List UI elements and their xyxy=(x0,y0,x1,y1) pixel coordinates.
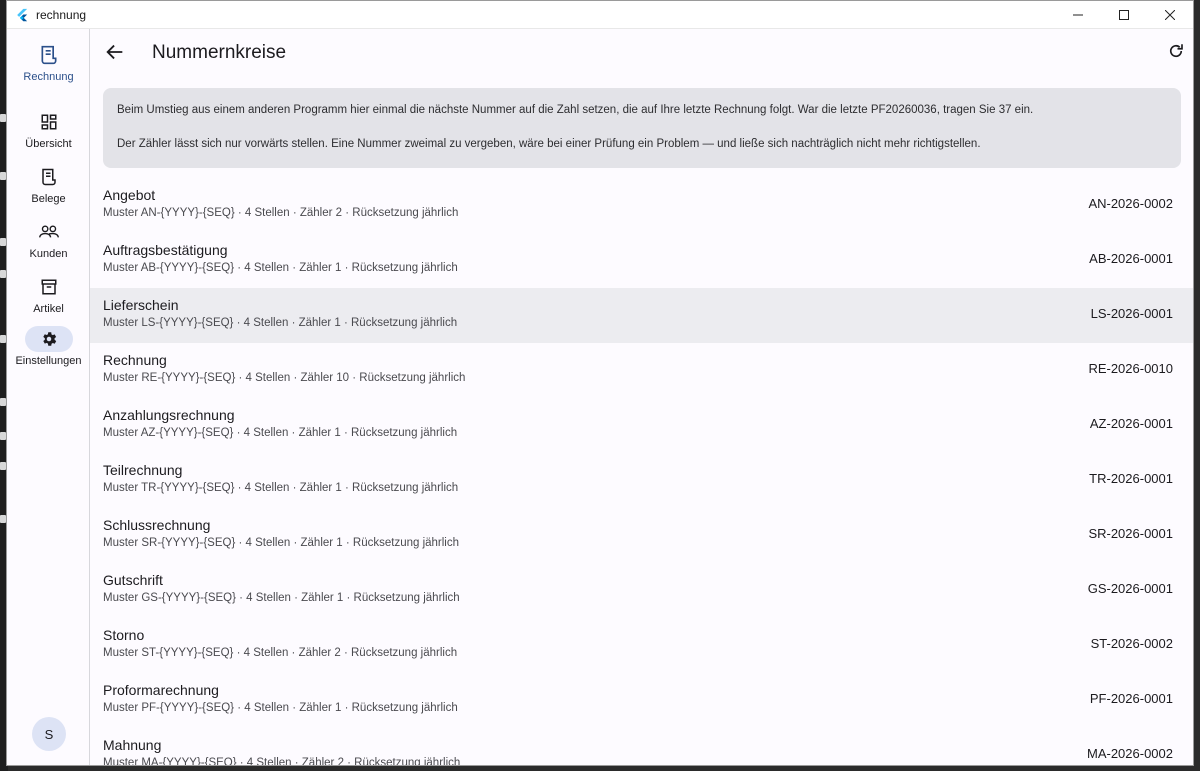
sequence-detail: Muster SR-{YYYY}-{SEQ} · 4 Stellen · Zäh… xyxy=(103,537,460,549)
list-item[interactable]: Gutschrift Muster GS-{YYYY}-{SEQ} · 4 St… xyxy=(90,563,1193,618)
app-bar: Nummernkreise xyxy=(90,29,1193,77)
rail-item-einstellungen[interactable]: Einstellungen xyxy=(7,326,90,367)
sequence-name: Storno xyxy=(103,627,145,643)
title-bar: rechnung xyxy=(7,1,1193,29)
sequence-name: Mahnung xyxy=(103,737,162,753)
gear-icon xyxy=(42,332,56,346)
rail-item-belege[interactable]: Belege xyxy=(7,164,90,205)
sequence-name: Angebot xyxy=(103,187,156,203)
sequence-detail: Muster AB-{YYYY}-{SEQ} · 4 Stellen · Zäh… xyxy=(103,262,458,274)
sequence-detail: Muster AN-{YYYY}-{SEQ} · 4 Stellen · Zäh… xyxy=(103,207,459,219)
sequence-next-number: TR-2026-0001 xyxy=(1089,471,1173,486)
maximize-icon xyxy=(1119,10,1129,20)
sequence-name: Rechnung xyxy=(103,352,167,368)
sequence-name: Schlussrechnung xyxy=(103,517,211,533)
list-item[interactable]: Schlussrechnung Muster SR-{YYYY}-{SEQ} ·… xyxy=(90,508,1193,563)
sequence-detail: Muster PF-{YYYY}-{SEQ} · 4 Stellen · Zäh… xyxy=(103,702,458,714)
sequence-next-number: LS-2026-0001 xyxy=(1090,306,1173,321)
info-text: Beim Umstieg aus einem anderen Programm … xyxy=(117,104,1034,116)
sequence-detail: Muster MA-{YYYY}-{SEQ} · 4 Stellen · Zäh… xyxy=(103,757,461,765)
rail-item-label: Übersicht xyxy=(25,138,72,150)
dashboard-icon xyxy=(41,114,56,130)
rail-item-uebersicht[interactable]: Übersicht xyxy=(7,109,90,150)
list-item[interactable]: Proformarechnung Muster PF-{YYYY}-{SEQ} … xyxy=(90,673,1193,728)
sequence-next-number: ST-2026-0002 xyxy=(1090,636,1173,651)
sequence-name: Gutschrift xyxy=(103,572,163,588)
flutter-logo-icon xyxy=(17,8,28,21)
list-item[interactable]: Teilrechnung Muster TR-{YYYY}-{SEQ} · 4 … xyxy=(90,453,1193,508)
minimize-button[interactable] xyxy=(1055,1,1101,29)
list-item[interactable]: Rechnung Muster RE-{YYYY}-{SEQ} · 4 Stel… xyxy=(90,343,1193,398)
receipt-icon xyxy=(41,168,56,186)
sequence-next-number: AB-2026-0001 xyxy=(1089,251,1173,266)
sequence-name: Anzahlungsrechnung xyxy=(103,407,235,423)
rail-item-label: Artikel xyxy=(33,303,64,315)
rail-header[interactable]: Rechnung xyxy=(7,45,90,83)
list-item[interactable]: Auftragsbestätigung Muster AB-{YYYY}-{SE… xyxy=(90,233,1193,288)
sequence-next-number: AZ-2026-0001 xyxy=(1089,416,1173,431)
app-window: rechnung Rechnung Übersicht Belege Kunde… xyxy=(6,0,1194,766)
back-arrow-icon[interactable] xyxy=(104,41,126,63)
rail-item-label: Einstellungen xyxy=(15,355,82,367)
main-content: Nummernkreise Beim Umstieg aus einem and… xyxy=(90,29,1193,765)
close-button[interactable] xyxy=(1147,1,1193,29)
sequence-next-number: GS-2026-0001 xyxy=(1087,581,1173,596)
list-item[interactable]: Angebot Muster AN-{YYYY}-{SEQ} · 4 Stell… xyxy=(90,178,1193,233)
sequence-next-number: SR-2026-0001 xyxy=(1088,526,1173,541)
list-item[interactable]: Anzahlungsrechnung Muster AZ-{YYYY}-{SEQ… xyxy=(90,398,1193,453)
sequence-next-number: MA-2026-0002 xyxy=(1087,746,1173,761)
list-item[interactable]: Lieferschein Muster LS-{YYYY}-{SEQ} · 4 … xyxy=(90,288,1193,343)
info-banner: Beim Umstieg aus einem anderen Programm … xyxy=(103,88,1181,168)
sequence-list: Angebot Muster AN-{YYYY}-{SEQ} · 4 Stell… xyxy=(90,178,1193,765)
sequence-detail: Muster GS-{YYYY}-{SEQ} · 4 Stellen · Zäh… xyxy=(103,592,460,604)
sequence-detail: Muster ST-{YYYY}-{SEQ} · 4 Stellen · Zäh… xyxy=(103,647,458,659)
close-icon xyxy=(1165,10,1175,20)
sequence-detail: Muster RE-{YYYY}-{SEQ} · 4 Stellen · Zäh… xyxy=(103,372,466,384)
page-title: Nummernkreise xyxy=(152,42,287,63)
info-text: Der Zähler lässt sich nur vorwärts stell… xyxy=(117,137,981,150)
refresh-icon[interactable] xyxy=(1167,42,1185,60)
sequence-name: Proformarechnung xyxy=(103,682,219,698)
sequence-name: Teilrechnung xyxy=(103,462,183,478)
window-title: rechnung xyxy=(36,7,87,22)
rail-item-label: Belege xyxy=(31,193,66,205)
rail-item-label: Kunden xyxy=(29,248,68,260)
rail-item-kunden[interactable]: Kunden xyxy=(7,219,90,260)
sequence-detail: Muster TR-{YYYY}-{SEQ} · 4 Stellen · Zäh… xyxy=(103,482,459,494)
avatar[interactable]: S xyxy=(32,717,66,751)
receipt-long-icon xyxy=(41,45,56,65)
rail-item-artikel[interactable]: Artikel xyxy=(7,274,90,315)
list-item[interactable]: Storno Muster ST-{YYYY}-{SEQ} · 4 Stelle… xyxy=(90,618,1193,673)
sequence-next-number: PF-2026-0001 xyxy=(1089,691,1173,706)
people-icon xyxy=(38,225,59,238)
maximize-button[interactable] xyxy=(1101,1,1147,29)
minimize-icon xyxy=(1073,14,1083,16)
sequence-name: Lieferschein xyxy=(103,297,179,313)
archive-icon xyxy=(41,279,56,295)
list-item[interactable]: Mahnung Muster MA-{YYYY}-{SEQ} · 4 Stell… xyxy=(90,728,1193,765)
rail-header-label: Rechnung xyxy=(23,71,74,83)
sequence-name: Auftragsbestätigung xyxy=(103,242,228,258)
sequence-detail: Muster AZ-{YYYY}-{SEQ} · 4 Stellen · Zäh… xyxy=(103,427,458,439)
navigation-rail: Rechnung Übersicht Belege Kunden Artikel… xyxy=(7,29,90,765)
sequence-next-number: AN-2026-0002 xyxy=(1088,196,1173,211)
sequence-next-number: RE-2026-0010 xyxy=(1088,361,1173,376)
sequence-detail: Muster LS-{YYYY}-{SEQ} · 4 Stellen · Zäh… xyxy=(103,317,458,329)
